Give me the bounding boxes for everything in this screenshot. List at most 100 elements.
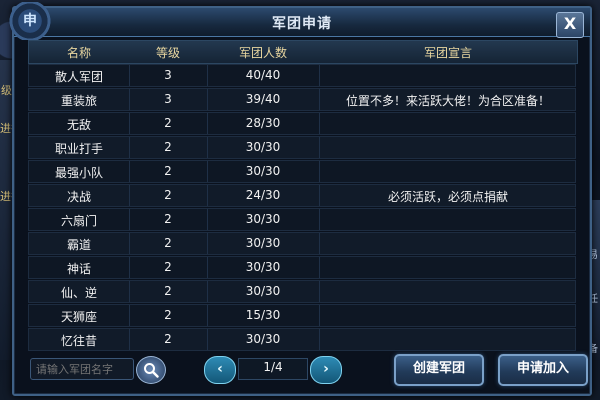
- column-divider: [207, 65, 208, 86]
- legion-members: 30/30: [245, 260, 281, 274]
- legion-name: 忆往昔: [60, 334, 97, 348]
- column-divider: [319, 281, 320, 302]
- legion-table: 名称 等级 军团人数 军团宣言 散人军团 3 40/40 重装旅 3 39/40 位置不多！…: [28, 40, 578, 351]
- dialog-title: 军团申请: [272, 16, 332, 32]
- search-button[interactable]: [136, 356, 166, 384]
- legion-name: 仙、逆: [60, 286, 97, 300]
- column-divider: [129, 185, 130, 206]
- legion-members: 30/30: [245, 332, 281, 346]
- apply-join-button[interactable]: 申请加入: [498, 354, 588, 386]
- table-row[interactable]: 散人军团 3 40/40: [28, 64, 576, 87]
- column-divider: [319, 257, 320, 278]
- column-divider: [319, 113, 320, 134]
- column-divider: [207, 281, 208, 302]
- legion-declaration: 必须活跃，必须点捐献: [387, 190, 508, 204]
- footer-bar: ‹ 1/4 › 创建军团 申请加入: [28, 354, 588, 386]
- column-divider: [319, 185, 320, 206]
- prev-page-button[interactable]: ‹: [204, 356, 236, 384]
- legion-members: 39/40: [245, 92, 281, 106]
- legion-name: 最强小队: [54, 166, 103, 180]
- legion-name: 散人军团: [54, 70, 103, 84]
- legion-level: 2: [164, 164, 172, 178]
- legion-level: 2: [164, 188, 172, 202]
- legion-name: 六扇门: [60, 214, 97, 228]
- legion-declaration: 位置不多！来活跃大佬！为合区准备！: [345, 94, 550, 108]
- legion-members: 40/40: [245, 68, 281, 82]
- legion-name: 决战: [66, 190, 91, 204]
- header-declaration: 军团宣言: [423, 46, 472, 60]
- legion-level: 2: [164, 332, 172, 346]
- legion-name: 霸道: [66, 238, 91, 252]
- legion-name: 职业打手: [54, 142, 103, 156]
- column-divider: [129, 233, 130, 254]
- table-row[interactable]: 六扇门 2 30/30: [28, 208, 576, 231]
- table-row[interactable]: 无敌 2 28/30: [28, 112, 576, 135]
- column-divider: [207, 185, 208, 206]
- legion-members: 15/30: [245, 308, 281, 322]
- column-divider: [129, 305, 130, 326]
- column-divider: [129, 137, 130, 158]
- column-divider: [319, 233, 320, 254]
- legion-name: 重装旅: [60, 94, 97, 108]
- table-row[interactable]: 重装旅 3 39/40 位置不多！来活跃大佬！为合区准备！: [28, 88, 576, 111]
- column-divider: [207, 257, 208, 278]
- legion-level: 2: [164, 284, 172, 298]
- table-row[interactable]: 最强小队 2 30/30: [28, 160, 576, 183]
- legion-members: 24/30: [245, 188, 281, 202]
- table-row[interactable]: 忆往昔 2 30/30: [28, 328, 576, 351]
- column-divider: [207, 233, 208, 254]
- title-bar: 申 军团申请 X: [8, 2, 590, 40]
- column-divider: [129, 209, 130, 230]
- legion-members: 30/30: [245, 140, 281, 154]
- legion-level: 2: [164, 260, 172, 274]
- legion-level: 3: [164, 92, 172, 106]
- close-button[interactable]: X: [556, 12, 584, 38]
- table-row[interactable]: 仙、逆 2 30/30: [28, 280, 576, 303]
- legion-level: 2: [164, 236, 172, 250]
- legion-level: 2: [164, 212, 172, 226]
- column-divider: [129, 113, 130, 134]
- column-divider: [129, 65, 130, 86]
- table-row[interactable]: 职业打手 2 30/30: [28, 136, 576, 159]
- column-divider: [207, 113, 208, 134]
- table-row[interactable]: 神话 2 30/30: [28, 256, 576, 279]
- header-level: 等级: [155, 46, 180, 60]
- column-divider: [129, 329, 130, 350]
- column-divider: [319, 305, 320, 326]
- next-page-button[interactable]: ›: [310, 356, 342, 384]
- search-icon: [144, 363, 159, 378]
- legion-name: 神话: [66, 262, 91, 276]
- column-divider: [129, 161, 130, 182]
- column-divider: [129, 89, 130, 110]
- legion-members: 30/30: [245, 164, 281, 178]
- column-divider: [319, 65, 320, 86]
- legion-members: 30/30: [245, 212, 281, 226]
- table-body: 散人军团 3 40/40 重装旅 3 39/40 位置不多！来活跃大佬！为合区准备！ 无敌 2 2…: [28, 64, 576, 352]
- column-divider: [319, 89, 320, 110]
- column-divider: [319, 209, 320, 230]
- header-name: 名称: [66, 46, 91, 60]
- column-divider: [129, 257, 130, 278]
- legion-members: 30/30: [245, 284, 281, 298]
- legion-level: 2: [164, 116, 172, 130]
- legion-level: 2: [164, 308, 172, 322]
- create-legion-button[interactable]: 创建军团: [394, 354, 484, 386]
- column-divider: [207, 161, 208, 182]
- table-row[interactable]: 霸道 2 30/30: [28, 232, 576, 255]
- column-divider: [319, 329, 320, 350]
- column-divider: [207, 89, 208, 110]
- page-indicator: 1/4: [263, 360, 283, 374]
- column-divider: [129, 281, 130, 302]
- table-header: 名称 等级 军团人数 军团宣言: [28, 40, 578, 64]
- header-members: 军团人数: [238, 46, 287, 60]
- legion-members: 28/30: [245, 116, 281, 130]
- legion-members: 30/30: [245, 236, 281, 250]
- column-divider: [319, 161, 320, 182]
- search-input[interactable]: [30, 358, 134, 380]
- legion-level: 3: [164, 68, 172, 82]
- legion-application-dialog: 申 军团申请 X 名称 等级 军团人数 军团宣言 散人军团 3 40/40 重装旅 3 3…: [8, 2, 592, 396]
- table-row[interactable]: 决战 2 24/30 必须活跃，必须点捐献: [28, 184, 576, 207]
- side-text-1: 级: [1, 84, 12, 97]
- column-divider: [207, 305, 208, 326]
- table-row[interactable]: 天狮座 2 15/30: [28, 304, 576, 327]
